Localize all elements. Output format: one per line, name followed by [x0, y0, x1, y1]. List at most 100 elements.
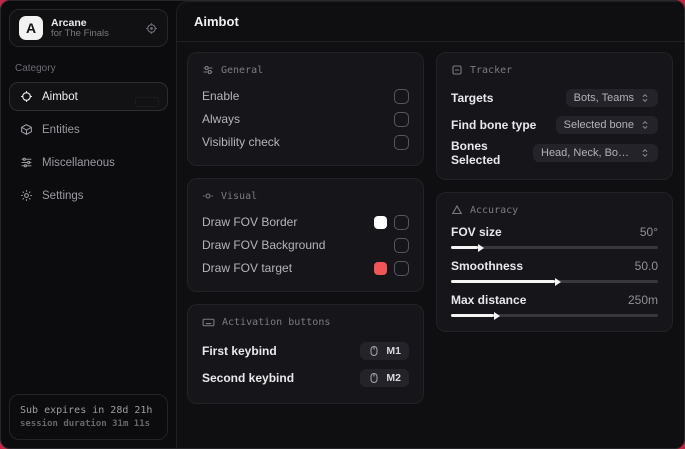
sidebar-item-label: Miscellaneous	[42, 156, 115, 169]
slider-fill	[451, 243, 484, 252]
second-keybind-button[interactable]: M2	[360, 369, 409, 387]
crosshair-icon	[20, 90, 33, 103]
scan-icon	[451, 64, 463, 76]
activation-card-header: Activation buttons	[202, 316, 409, 329]
setting-label: Visibility check	[202, 135, 280, 149]
general-card: General Enable Always Visibility check	[187, 52, 424, 166]
keybind-value: M2	[386, 372, 401, 384]
sidebar-item-label: Settings	[42, 189, 84, 202]
fov-target-checkbox[interactable]	[394, 260, 409, 276]
dropdown-value: Head, Neck, Body, Pe..	[541, 147, 634, 159]
page-title: Aimbot	[194, 14, 239, 29]
setting-row-fov-background: Draw FOV Background	[202, 234, 409, 256]
slider-thumb[interactable]	[494, 311, 501, 320]
accuracy-card-header: Accuracy	[451, 204, 658, 216]
left-column: General Enable Always Visibility check V…	[187, 52, 424, 404]
smoothness-value: 50.0	[634, 259, 658, 273]
setting-label: First keybind	[202, 344, 277, 358]
setting-row-targets: Targets Bots, Teams	[451, 85, 658, 111]
sidebar-item-entities[interactable]: Entities	[9, 115, 168, 144]
sidebar-item-aimbot[interactable]: Aimbot	[9, 82, 168, 111]
logo-card: A Arcane for The Finals	[9, 9, 168, 47]
setting-row-fov-border: Draw FOV Border	[202, 211, 409, 233]
chevrons-up-down-icon	[640, 120, 650, 130]
setting-label: Smoothness	[451, 259, 524, 273]
dropdown-value: Selected bone	[563, 119, 634, 131]
main-header: Aimbot	[177, 2, 684, 42]
content: General Enable Always Visibility check V…	[177, 42, 684, 404]
fov-border-color-swatch[interactable]	[374, 215, 387, 229]
setting-label: Draw FOV Background	[202, 238, 326, 252]
card-title: General	[221, 64, 264, 76]
main-panel: Aimbot General Enable Always Visibility …	[176, 1, 684, 448]
sidebar-item-label: Aimbot	[42, 90, 78, 103]
enable-checkbox[interactable]	[394, 88, 409, 104]
fov-background-checkbox[interactable]	[394, 237, 409, 253]
settings-sliders-icon	[202, 64, 214, 76]
max-distance-slider[interactable]	[451, 311, 658, 320]
triangle-icon	[451, 204, 463, 216]
sidebar-item-settings[interactable]: Settings	[9, 181, 168, 210]
setting-label: Draw FOV target	[202, 261, 293, 275]
setting-label: Second keybind	[202, 371, 295, 385]
category-label: Category	[15, 63, 56, 74]
smoothness-slider[interactable]	[451, 277, 658, 286]
card-title: Tracker	[470, 64, 513, 76]
app-title: Arcane	[51, 16, 87, 29]
setting-label: Targets	[451, 91, 494, 105]
general-card-header: General	[202, 64, 409, 76]
find-bone-type-dropdown[interactable]: Selected bone	[555, 116, 658, 134]
max-distance-value: 250m	[627, 293, 658, 307]
sidebar: A Arcane for The Finals Category Aimbot	[1, 1, 176, 448]
sidebar-item-miscellaneous[interactable]: Miscellaneous	[9, 148, 168, 177]
slider-thumb[interactable]	[477, 243, 484, 252]
mouse-icon	[368, 372, 380, 384]
view-icon	[202, 190, 214, 202]
always-checkbox[interactable]	[394, 111, 409, 127]
logo-text: Arcane for The Finals	[51, 17, 137, 40]
activation-card: Activation buttons First keybind M1 Seco…	[187, 304, 424, 404]
first-keybind-button[interactable]: M1	[360, 342, 409, 360]
gear-icon	[20, 189, 33, 202]
setting-row-bones-selected: Bones Selected Head, Neck, Body, Pe..	[451, 139, 658, 167]
chevrons-up-down-icon	[640, 148, 650, 158]
subscription-info-card: Sub expires in 28d 21h session duration …	[9, 393, 168, 440]
session-duration-text: session duration 31m 11s	[20, 418, 151, 429]
sidebar-item-label: Entities	[42, 123, 80, 136]
visibility-check-checkbox[interactable]	[394, 134, 409, 150]
setting-row-max-distance: Max distance 250m	[451, 293, 658, 320]
right-column: Tracker Targets Bots, Teams Find bone ty…	[436, 52, 673, 404]
accuracy-card: Accuracy FOV size 50° Smoothness 50.0 Ma…	[436, 192, 673, 332]
slider-fill	[451, 311, 501, 320]
sub-expiry-text: Sub expires in 28d 21h	[20, 404, 153, 416]
visual-card-header: Visual	[202, 190, 409, 202]
setting-row-visibility-check: Visibility check	[202, 131, 409, 153]
box-icon	[20, 123, 33, 136]
sliders-icon	[20, 156, 33, 169]
setting-label: Always	[202, 112, 241, 126]
setting-row-fov-size: FOV size 50°	[451, 225, 658, 252]
card-title: Activation buttons	[222, 317, 331, 328]
aimbot-key-hint-badge	[135, 97, 159, 107]
fov-size-slider[interactable]	[451, 243, 658, 252]
tracker-card-header: Tracker	[451, 64, 658, 76]
settings-target-icon[interactable]	[145, 22, 158, 35]
mouse-icon	[368, 345, 380, 357]
slider-thumb[interactable]	[554, 277, 561, 286]
fov-size-value: 50°	[639, 225, 658, 239]
fov-target-color-swatch[interactable]	[374, 261, 387, 275]
fov-border-checkbox[interactable]	[394, 214, 409, 230]
setting-label: Draw FOV Border	[202, 215, 298, 229]
setting-label: Enable	[202, 89, 240, 103]
targets-dropdown[interactable]: Bots, Teams	[565, 89, 658, 107]
visual-card: Visual Draw FOV Border Draw FOV Backgrou…	[187, 178, 424, 292]
bones-selected-dropdown[interactable]: Head, Neck, Body, Pe..	[533, 144, 658, 162]
setting-row-second-keybind: Second keybind M2	[202, 365, 409, 391]
setting-label: Bones Selected	[451, 139, 501, 167]
app-subtitle: for The Finals	[51, 27, 109, 39]
dropdown-value: Bots, Teams	[573, 92, 634, 104]
keyboard-icon	[202, 316, 215, 329]
app-logo: A	[19, 16, 43, 40]
chevrons-up-down-icon	[640, 93, 650, 103]
slider-fill	[451, 277, 561, 286]
